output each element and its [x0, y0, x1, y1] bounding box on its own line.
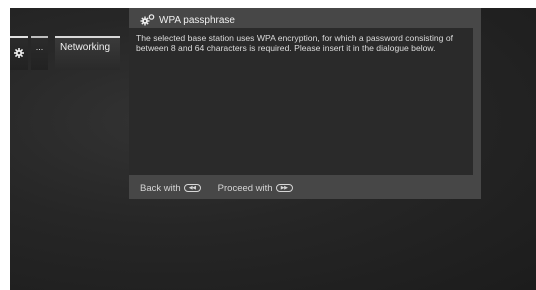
dialog-message: The selected base station uses WPA encry…	[129, 28, 473, 175]
gears-icon	[140, 14, 155, 26]
dialog-title: WPA passphrase	[159, 14, 235, 26]
breadcrumb-settings[interactable]	[10, 36, 28, 70]
dialog-title-bar: WPA passphrase	[140, 12, 235, 28]
tv-screen: ... Networking WPA passphrase The select…	[10, 8, 536, 290]
proceed-label: Proceed with	[217, 182, 273, 194]
dialog-footer: Back with ◀◀ Proceed with ▶▶	[140, 181, 310, 195]
breadcrumb-networking-label: Networking	[60, 42, 111, 53]
wpa-passphrase-dialog: WPA passphrase The selected base station…	[129, 8, 481, 199]
rewind-key-icon: ◀◀	[183, 184, 201, 192]
breadcrumb-ellipsis[interactable]: ...	[31, 36, 48, 70]
breadcrumb-networking[interactable]: Networking	[55, 36, 120, 70]
back-label: Back with	[140, 182, 181, 194]
gear-icon	[14, 45, 24, 63]
dialog-message-text: The selected base station uses WPA encry…	[136, 33, 454, 53]
back-hint[interactable]: Back with ◀◀	[140, 183, 201, 194]
fast-forward-key-icon: ▶▶	[275, 184, 293, 192]
proceed-hint[interactable]: Proceed with ▶▶	[218, 183, 293, 194]
